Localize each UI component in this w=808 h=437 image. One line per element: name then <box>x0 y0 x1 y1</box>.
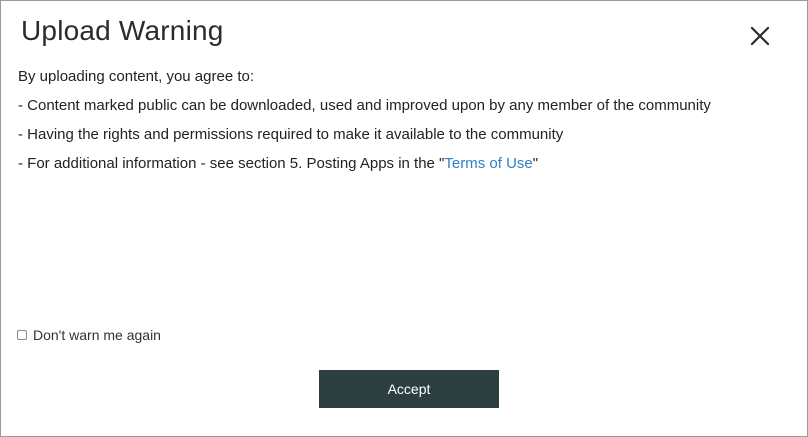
dialog-title: Upload Warning <box>21 15 224 46</box>
terms-of-use-link[interactable]: Terms of Use <box>444 155 532 172</box>
bullet-additional-info: - For additional information - see secti… <box>18 154 798 174</box>
bullet-public-content: - Content marked public can be downloade… <box>18 97 711 114</box>
bullet-rights: - Having the rights and permissions requ… <box>18 126 564 143</box>
close-icon <box>750 26 770 46</box>
info-suffix: " <box>532 155 539 172</box>
dont-warn-checkbox[interactable] <box>17 330 27 340</box>
dont-warn-row[interactable]: Don't warn me again <box>17 327 161 343</box>
info-prefix: - For additional information - see secti… <box>18 155 445 172</box>
accept-button[interactable]: Accept <box>319 370 499 408</box>
close-button[interactable] <box>745 21 775 51</box>
dialog-body: By uploading content, you agree to: - Co… <box>18 67 798 183</box>
intro-text: By uploading content, you agree to: <box>18 68 255 85</box>
upload-warning-dialog: Upload Warning By uploading content, you… <box>0 0 808 437</box>
dont-warn-label: Don't warn me again <box>33 327 161 343</box>
